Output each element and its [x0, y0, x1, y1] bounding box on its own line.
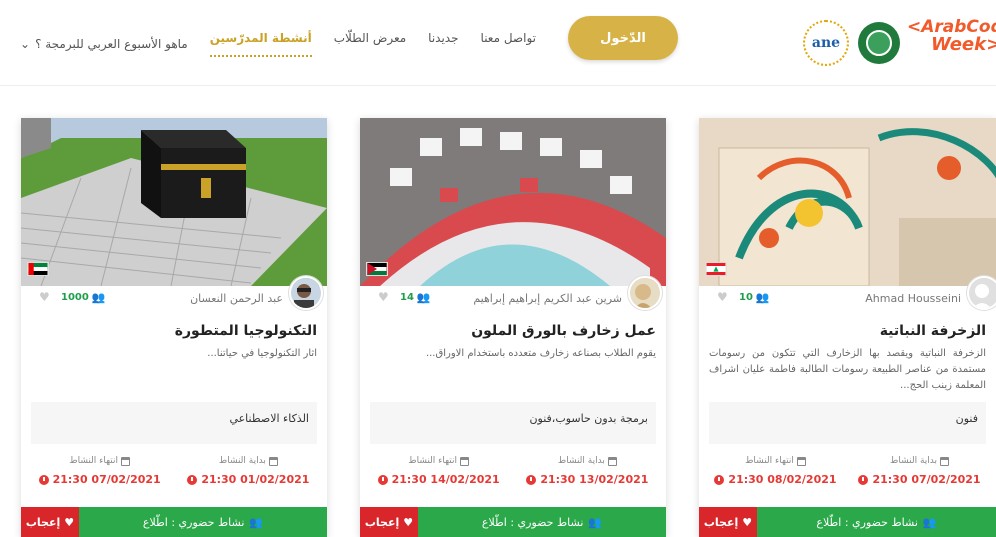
author-row: شرين عبد الكريم إبراهيم إبراهيم 14 👥 ♥: [360, 276, 666, 320]
author-name[interactable]: Ahmad Housseini: [865, 292, 961, 305]
flag-jordan-icon: [366, 262, 388, 276]
start-date: 21:30 01/02/2021: [201, 473, 310, 486]
clock-icon: [187, 474, 198, 485]
nav-about-label: ماهو الأسبوع العربي للبرمجة ؟: [35, 37, 188, 51]
avatar[interactable]: [289, 276, 323, 310]
start-date-block: بداية النشاط 21:30 07/02/2021: [853, 456, 986, 496]
nav-contact[interactable]: تواصل معنا: [481, 31, 536, 57]
clock-icon: [377, 474, 388, 485]
partner-logos: ane <ArabCode Week>: [803, 12, 996, 72]
arab-code-week-logo[interactable]: <ArabCode Week>: [907, 18, 996, 68]
activity-card[interactable]: Ahmad Housseini 10 👥 ♥ الزخرفة النباتية …: [699, 118, 996, 537]
heart-icon[interactable]: ♥: [717, 290, 728, 304]
activity-card[interactable]: شرين عبد الكريم إبراهيم إبراهيم 14 👥 ♥ ع…: [360, 118, 666, 537]
clock-icon: [714, 474, 725, 485]
people-icon: 👥: [922, 515, 937, 529]
avatar[interactable]: [967, 276, 996, 310]
author-name[interactable]: شرين عبد الكريم إبراهيم إبراهيم: [473, 292, 622, 305]
like-button[interactable]: إعجاب ♥: [21, 507, 79, 537]
activity-mode-button[interactable]: نشاط حضوري : اطّلاع 👥: [757, 507, 996, 537]
activity-card[interactable]: عبد الرحمن النعسان 1000 👥 ♥ التكنولوجيا …: [21, 118, 327, 537]
activity-description: اثار التكنولوجيا في حياتنا...: [207, 348, 317, 359]
activity-image[interactable]: [699, 118, 996, 286]
participants-count: 14 👥: [400, 291, 431, 304]
activity-tags: الذكاء الاصطناعي: [31, 402, 317, 444]
activity-mode-button[interactable]: نشاط حضوري : اطّلاع 👥: [79, 507, 327, 537]
author-name[interactable]: عبد الرحمن النعسان: [190, 292, 283, 305]
nav-new[interactable]: جديدنا: [428, 31, 458, 57]
activity-title[interactable]: الزخرفة النباتية: [709, 323, 986, 339]
heart-icon: ♥: [64, 515, 75, 529]
end-date: 21:30 07/02/2021: [52, 473, 161, 486]
nav-about-dropdown[interactable]: ماهو الأسبوع العربي للبرمجة ؟ ⌄: [20, 31, 188, 57]
like-button[interactable]: إعجاب ♥: [699, 507, 757, 537]
main-nav: تواصل معنا جديدنا معرض الطلّاب أنشطة الم…: [20, 31, 536, 57]
clock-icon: [858, 474, 869, 485]
activity-title[interactable]: التكنولوجيا المتطورة: [31, 323, 317, 339]
arab-league-logo-icon[interactable]: [858, 22, 900, 64]
start-date-block: بداية النشاط 21:30 13/02/2021: [519, 456, 656, 496]
people-icon: 👥: [588, 515, 603, 529]
like-button[interactable]: إعجاب ♥: [360, 507, 418, 537]
activity-tags: فنون: [709, 402, 986, 444]
card-footer: إعجاب ♥ نشاط حضوري : اطّلاع 👥: [699, 507, 996, 537]
chevron-down-icon: ⌄: [20, 37, 31, 51]
end-date: 21:30 14/02/2021: [391, 473, 500, 486]
calendar-icon: [607, 456, 617, 466]
activity-dates: بداية النشاط 21:30 13/02/2021 انتهاء الن…: [370, 456, 656, 496]
site-header: تواصل معنا جديدنا معرض الطلّاب أنشطة الم…: [0, 0, 996, 86]
heart-icon[interactable]: ♥: [378, 290, 389, 304]
nav-students-gallery[interactable]: معرض الطلّاب: [334, 31, 406, 57]
nav-teacher-activities[interactable]: أنشطة المدرّسين: [209, 31, 312, 57]
author-row: عبد الرحمن النعسان 1000 👥 ♥: [21, 276, 327, 320]
avatar[interactable]: [628, 276, 662, 310]
end-date-block: انتهاء النشاط 21:30 08/02/2021: [709, 456, 842, 496]
activity-description: الزخرفة النباتية ويقصد بها الزخارف التي …: [709, 348, 986, 391]
clock-icon: [526, 474, 537, 485]
end-date: 21:30 08/02/2021: [728, 473, 837, 486]
participants-count: 10 👥: [739, 291, 770, 304]
activity-title[interactable]: عمل زخارف بالورق الملون: [370, 323, 656, 339]
calendar-icon: [268, 456, 278, 466]
activity-image[interactable]: [360, 118, 666, 286]
calendar-icon: [460, 456, 470, 466]
start-date-block: بداية النشاط 21:30 01/02/2021: [180, 456, 317, 496]
end-date-block: انتهاء النشاط 21:30 14/02/2021: [370, 456, 507, 496]
activity-image[interactable]: [21, 118, 327, 286]
activity-dates: بداية النشاط 21:30 07/02/2021 انتهاء الن…: [709, 456, 986, 496]
heart-icon: ♥: [742, 515, 753, 529]
card-footer: إعجاب ♥ نشاط حضوري : اطّلاع 👥: [21, 507, 327, 537]
alecso-logo-icon[interactable]: ane: [803, 20, 849, 66]
people-icon: 👥: [91, 291, 106, 304]
flag-lebanon-icon: [705, 262, 727, 276]
calendar-icon: [940, 456, 950, 466]
heart-icon[interactable]: ♥: [39, 290, 50, 304]
activity-description: يقوم الطلاب بصناعه زخارف متعدده باستخدام…: [425, 348, 656, 359]
clock-icon: [38, 474, 49, 485]
calendar-icon: [796, 456, 806, 466]
end-date-block: انتهاء النشاط 21:30 07/02/2021: [31, 456, 168, 496]
calendar-icon: [121, 456, 131, 466]
login-button[interactable]: الدّخول: [568, 16, 678, 60]
activity-mode-button[interactable]: نشاط حضوري : اطّلاع 👥: [418, 507, 666, 537]
author-row: Ahmad Housseini 10 👥 ♥: [699, 276, 996, 320]
people-icon: 👥: [249, 515, 264, 529]
participants-count: 1000 👥: [61, 291, 106, 304]
flag-uae-icon: [27, 262, 49, 276]
heart-icon: ♥: [403, 515, 414, 529]
activity-tags: برمجة بدون حاسوب،فنون: [370, 402, 656, 444]
people-icon: 👥: [416, 291, 431, 304]
activity-dates: بداية النشاط 21:30 01/02/2021 انتهاء الن…: [31, 456, 317, 496]
start-date: 21:30 07/02/2021: [872, 473, 981, 486]
start-date: 21:30 13/02/2021: [540, 473, 649, 486]
people-icon: 👥: [755, 291, 770, 304]
card-footer: إعجاب ♥ نشاط حضوري : اطّلاع 👥: [360, 507, 666, 537]
